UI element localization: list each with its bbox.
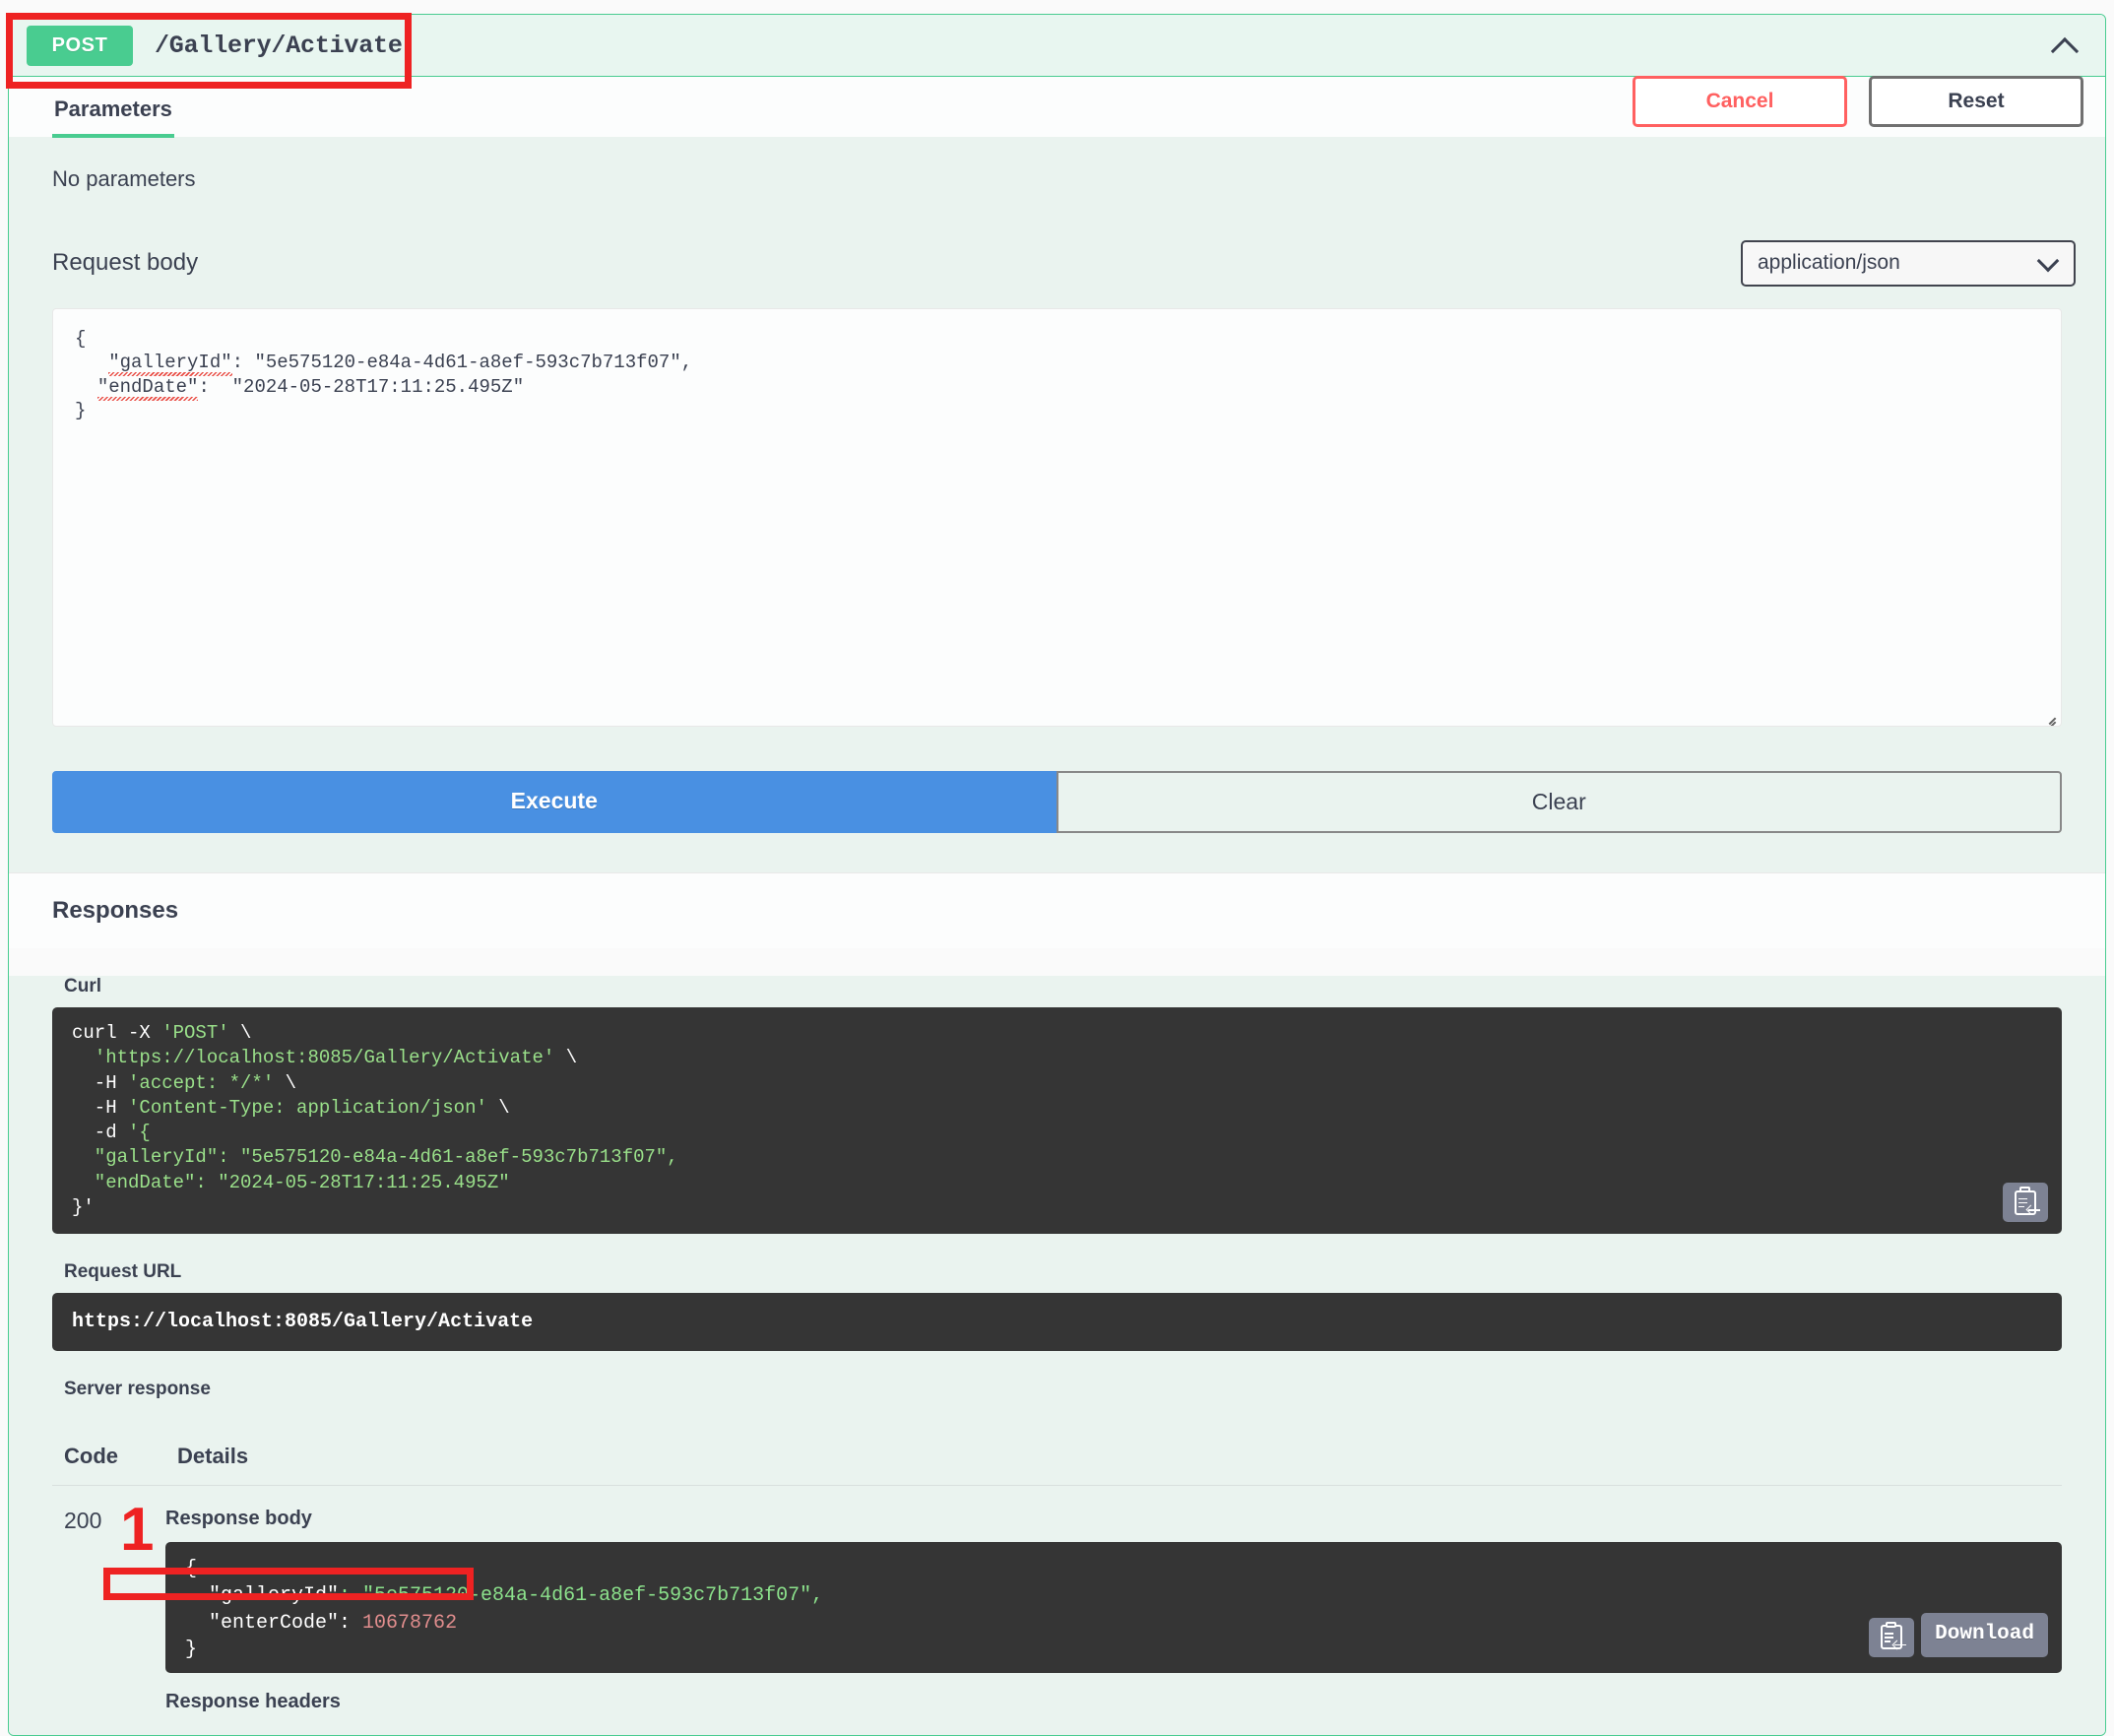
request-body-label: Request body	[52, 249, 199, 276]
column-header-details: Details	[177, 1444, 249, 1469]
table-row: 200 Response body { "galleryId": "5e5751…	[52, 1486, 2062, 1713]
resp-close-brace: }	[185, 1638, 198, 1661]
no-parameters-text: No parameters	[52, 166, 196, 191]
json-value-enddate: : "2024-05-28T17:11:25.495Z"	[198, 375, 525, 398]
curl-line2-tail: \	[554, 1047, 578, 1069]
operation-body: No parameters Request body application/j…	[9, 137, 2105, 872]
request-body-row: Request body application/json	[9, 218, 2105, 308]
response-headers-label: Response headers	[165, 1690, 341, 1712]
responses-table-header: Code Details	[52, 1410, 2062, 1487]
curl-line5-str: '{	[128, 1122, 151, 1144]
chevron-down-icon	[2039, 253, 2059, 273]
responses-heading: Responses	[9, 872, 2105, 948]
curl-line3-tail: \	[274, 1071, 297, 1094]
curl-line3-cmd: -H	[72, 1071, 129, 1094]
operation-tabs-row: Parameters Cancel Reset	[9, 76, 2105, 138]
curl-code-block: curl -X 'POST' \ 'https://localhost:8085…	[52, 1007, 2062, 1235]
response-details: Response body { "galleryId": "5e575120-e…	[165, 1508, 2062, 1713]
content-type-value: application/json	[1758, 251, 1900, 274]
resp-value-entercode: 10678762	[351, 1611, 458, 1635]
request-url-value: https://localhost:8085/Gallery/Activate	[52, 1293, 2062, 1352]
response-body-block: { "galleryId": "5e575120-e84a-4d61-a8ef-…	[165, 1542, 2062, 1673]
textarea-resize-handle[interactable]	[2040, 706, 2056, 726]
server-response-label: Server response	[64, 1379, 211, 1400]
request-body-editor-wrap: { "galleryId": "5e575120-e84a-4d61-a8ef-…	[9, 308, 2105, 727]
curl-line1-cmd: curl -X	[72, 1022, 162, 1044]
responses-section: Curl curl -X 'POST' \ 'https://localhost…	[9, 976, 2105, 1735]
content-type-select[interactable]: application/json	[1741, 239, 2076, 287]
curl-line2-str: 'https://localhost:8085/Gallery/Activate…	[94, 1047, 555, 1069]
execute-button[interactable]: Execute	[52, 771, 1057, 833]
column-header-code: Code	[64, 1444, 118, 1469]
operation-summary-header[interactable]: POST /Gallery/Activate	[9, 15, 2105, 76]
operation-block: POST /Gallery/Activate Parameters Cancel…	[8, 14, 2106, 1736]
json-key-enddate: "endDate"	[96, 375, 199, 398]
curl-line4-tail: \	[486, 1096, 510, 1119]
copy-to-clipboard-icon	[2015, 1187, 2040, 1215]
execute-row: Execute Clear	[9, 727, 2105, 872]
reset-button[interactable]: Reset	[1869, 76, 2083, 127]
request-body-textarea[interactable]: { "galleryId": "5e575120-e84a-4d61-a8ef-…	[52, 308, 2062, 727]
json-value-galleryid: : "5e575120-e84a-4d61-a8ef-593c7b713f07"…	[231, 352, 693, 374]
clear-button[interactable]: Clear	[1056, 771, 2062, 833]
chevron-up-icon[interactable]	[2050, 29, 2083, 62]
cancel-button[interactable]: Cancel	[1633, 76, 1847, 127]
curl-line1-tail: \	[228, 1022, 252, 1044]
resp-key-galleryid: "galleryId"	[185, 1584, 340, 1608]
download-button[interactable]: Download	[1921, 1613, 2048, 1657]
resp-open-brace: {	[185, 1558, 198, 1581]
http-method-badge: POST	[27, 25, 133, 66]
resp-key-entercode: "enterCode"	[185, 1611, 340, 1635]
curl-line7-str: "endDate": "2024-05-28T17:11:25.495Z"	[72, 1171, 510, 1193]
curl-line3-str: 'accept: */*'	[128, 1071, 275, 1094]
resp-colon: :	[339, 1611, 352, 1635]
response-status-code: 200	[64, 1508, 102, 1534]
curl-line8-str: }'	[72, 1195, 95, 1218]
curl-line5-cmd: -d	[72, 1122, 129, 1144]
request-url-label: Request URL	[64, 1261, 182, 1283]
response-body-label: Response body	[165, 1508, 312, 1530]
copy-curl-button[interactable]	[2003, 1183, 2048, 1223]
resp-value-galleryid: : "5e575120-e84a-4d61-a8ef-593c7b713f07"…	[339, 1584, 824, 1608]
json-close-brace: }	[75, 399, 87, 421]
operation-path: /Gallery/Activate	[155, 31, 403, 60]
curl-line4-cmd: -H	[72, 1096, 129, 1119]
json-open-brace: {	[75, 328, 87, 350]
copy-response-button[interactable]	[1869, 1617, 1914, 1657]
curl-label: Curl	[64, 976, 101, 997]
json-key-galleryid: "galleryId"	[108, 352, 232, 374]
tab-parameters[interactable]: Parameters	[52, 89, 174, 138]
copy-to-clipboard-icon	[1881, 1621, 1906, 1650]
curl-line1-str: 'POST'	[161, 1022, 229, 1044]
curl-line6-str: "galleryId": "5e575120-e84a-4d61-a8ef-59…	[72, 1146, 678, 1169]
curl-line4-str: 'Content-Type: application/json'	[128, 1096, 487, 1119]
